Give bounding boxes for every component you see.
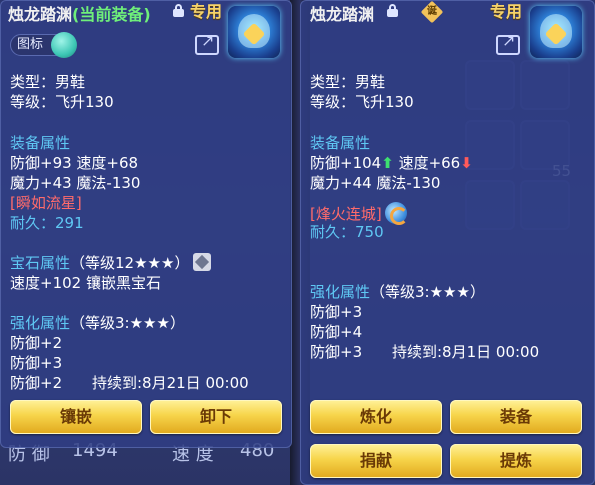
arrow-down-icon: ⬇: [460, 154, 473, 172]
stat-line-2: 魔力+44 魔法-130: [310, 174, 441, 192]
enhance-duration: 持续到:8月21日 00:00: [92, 374, 249, 392]
durability-label: 耐久：: [10, 214, 56, 232]
special-skill: [烽火连城]: [310, 205, 382, 223]
gem-icon: [193, 253, 212, 271]
toggle-knob-icon: [51, 32, 77, 58]
speed-stat: 速度+66: [398, 154, 461, 172]
gem-attr: 宝石属性（等级12★★★）: [10, 253, 212, 273]
refine-button[interactable]: 炼化: [310, 400, 442, 434]
special-skill: [瞬如流星]: [10, 194, 82, 212]
gem-level: （等级12★★★）: [70, 254, 190, 272]
lock-icon[interactable]: [173, 4, 184, 17]
defense-stat: 防御+104: [310, 154, 382, 172]
equip-attr-heading: 装备属性: [310, 134, 371, 152]
stat-line-1: 防御+104⬆ 速度+66⬇: [310, 153, 473, 173]
enhance-line: 防御+2: [10, 374, 63, 392]
compare-item-tooltip: 烛龙踏渊 诞 专用 类型：男鞋 等级：飞升130 装备属性 防御+104⬆ 速度…: [300, 0, 595, 485]
enhance-duration: 持续到:8月1日 00:00: [392, 343, 540, 361]
arrow-up-icon: ⬆: [381, 154, 394, 172]
item-name: 烛龙踏渊: [8, 5, 73, 24]
stat-line-2: 魔力+43 魔法-130: [10, 174, 141, 192]
item-type: 类型：男鞋: [10, 73, 86, 91]
enhance-level: （等级3:★★★）: [70, 314, 185, 332]
share-icon[interactable]: [195, 31, 219, 55]
item-level: 等级：飞升130: [10, 93, 114, 111]
enhance-line: 防御+3: [310, 343, 363, 361]
icon-toggle[interactable]: 图标: [10, 32, 77, 58]
inlay-button[interactable]: 镶嵌: [10, 400, 142, 434]
enhance-line: 防御+3: [10, 354, 63, 372]
item-title: 烛龙踏渊(当前装备): [8, 1, 151, 25]
gem-line: 速度+102 镶嵌黑宝石: [10, 274, 161, 292]
lock-icon[interactable]: [387, 4, 398, 17]
equip-button[interactable]: 装备: [450, 400, 582, 434]
item-name: 烛龙踏渊: [310, 5, 375, 24]
gem-heading: 宝石属性: [10, 254, 71, 272]
durability: 耐久：291: [10, 213, 84, 233]
fire-skill-icon[interactable]: [384, 202, 408, 225]
equip-attr-heading: 装备属性: [10, 134, 71, 152]
donate-button[interactable]: 捐献: [310, 444, 442, 478]
enhance-line: 防御+2: [10, 334, 63, 352]
durability-value: 750: [355, 223, 384, 241]
enhance-attr: 强化属性（等级3:★★★）: [10, 313, 185, 333]
icon-toggle-label: 图标: [17, 37, 44, 52]
exclusive-label: 专用: [190, 2, 223, 21]
enhance-level: （等级3:★★★）: [370, 283, 485, 301]
exclusive-badge: 诞: [427, 6, 437, 17]
dragon-boots-icon: [228, 6, 280, 58]
enhance-line: 防御+4: [310, 323, 363, 341]
unequip-button[interactable]: 卸下: [150, 400, 282, 434]
enhance-heading: 强化属性: [310, 283, 371, 301]
equipped-item-tooltip: 烛龙踏渊(当前装备) 专用 图标 类型：男鞋 等级：飞升130 装备属性 防御+…: [0, 0, 292, 448]
enhance-line: 防御+3: [310, 303, 363, 321]
share-icon[interactable]: [496, 31, 520, 55]
enhance-heading: 强化属性: [10, 314, 71, 332]
exclusive-badge-icon: 诞: [420, 0, 444, 24]
item-type: 类型：男鞋: [310, 73, 386, 91]
exclusive-label: 专用: [490, 2, 523, 21]
durability-value: 291: [55, 214, 84, 232]
dragon-boots-icon: [530, 6, 582, 58]
special-skill-row: [烽火连城]: [310, 202, 408, 225]
item-level: 等级：飞升130: [310, 93, 414, 111]
durability-label: 耐久：: [310, 223, 356, 241]
durability: 耐久：750: [310, 222, 384, 242]
stat-line-1: 防御+93 速度+68: [10, 154, 139, 172]
extract-button[interactable]: 提炼: [450, 444, 582, 478]
enhance-attr: 强化属性（等级3:★★★）: [310, 282, 485, 302]
current-equip-status: (当前装备): [72, 5, 151, 24]
